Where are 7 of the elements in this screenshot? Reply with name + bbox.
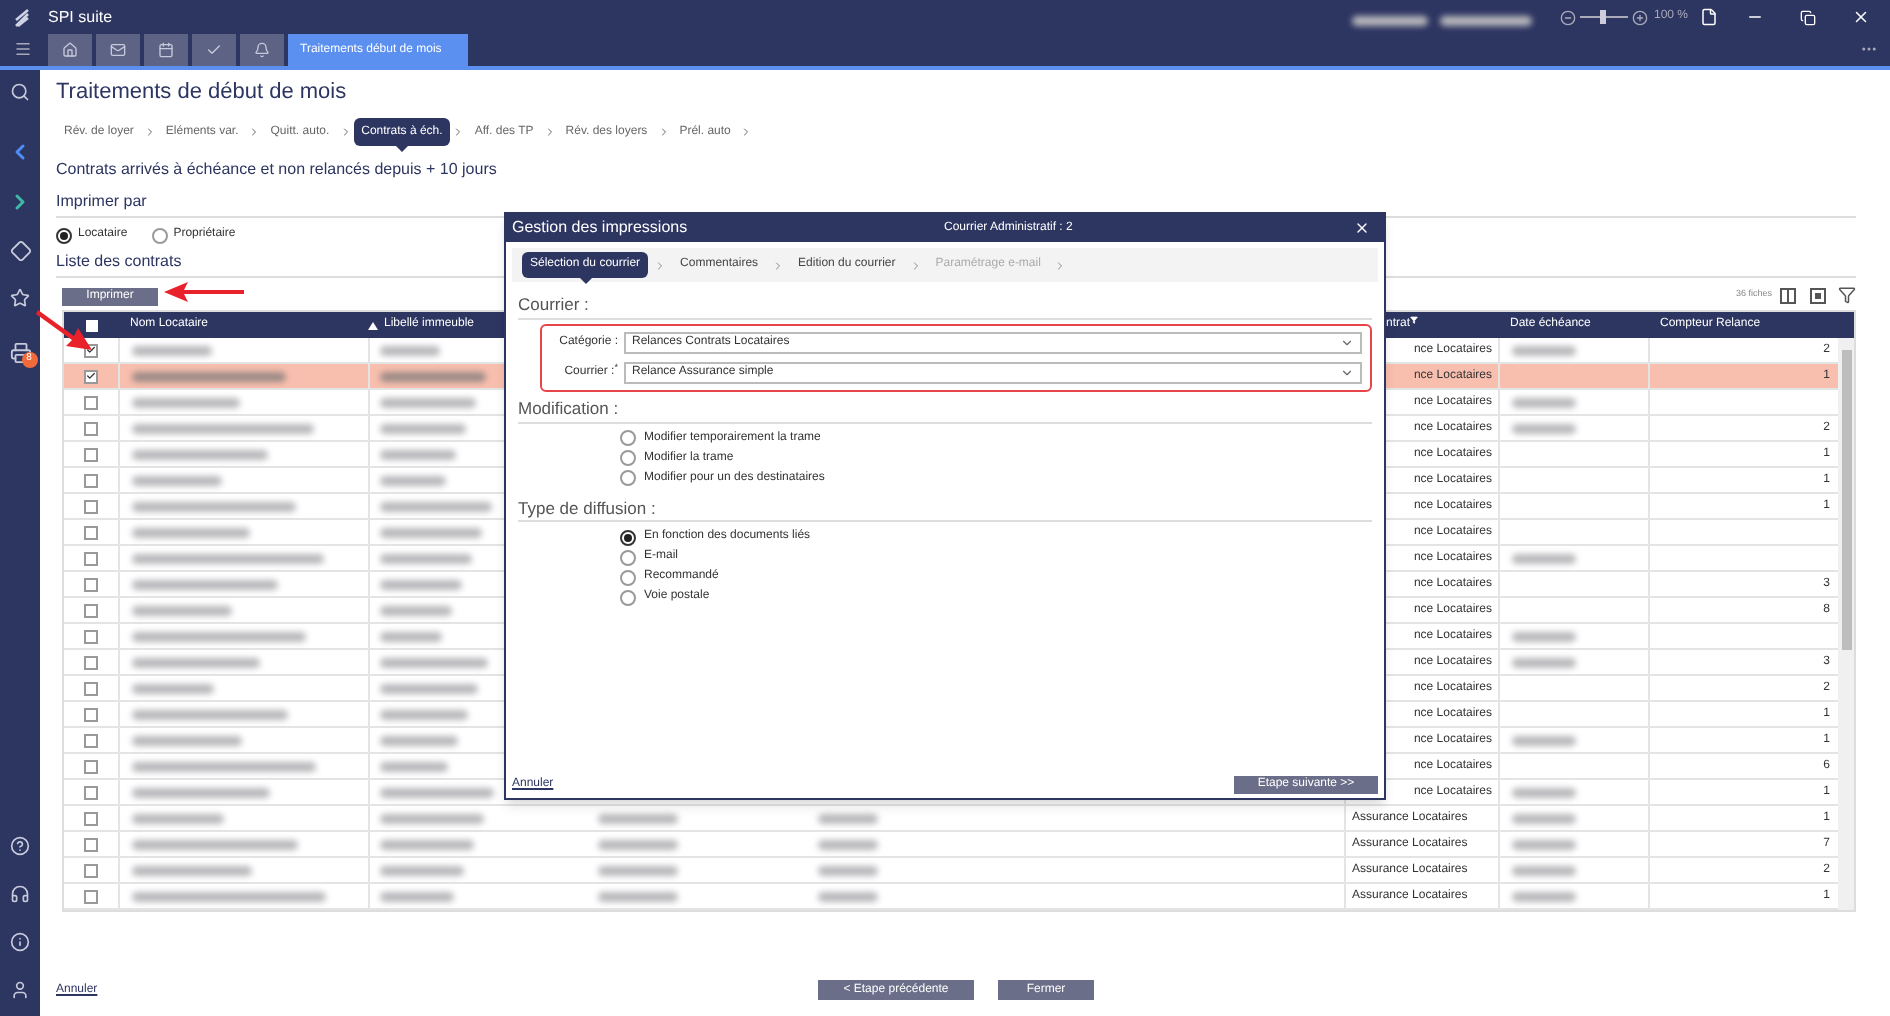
section-title: Modification : [518, 395, 1372, 423]
page-title: Traitements de début de mois [56, 78, 349, 106]
app-title: SPI suite [48, 5, 113, 29]
section-title: Courrier : [518, 292, 1372, 320]
section-title: Type de diffusion : [518, 495, 1372, 523]
subtitle: Contrats arrivés à échéance et non relancés depuis + 10 jours [56, 158, 499, 182]
dialog-title: Gestion des impressions [512, 216, 688, 240]
